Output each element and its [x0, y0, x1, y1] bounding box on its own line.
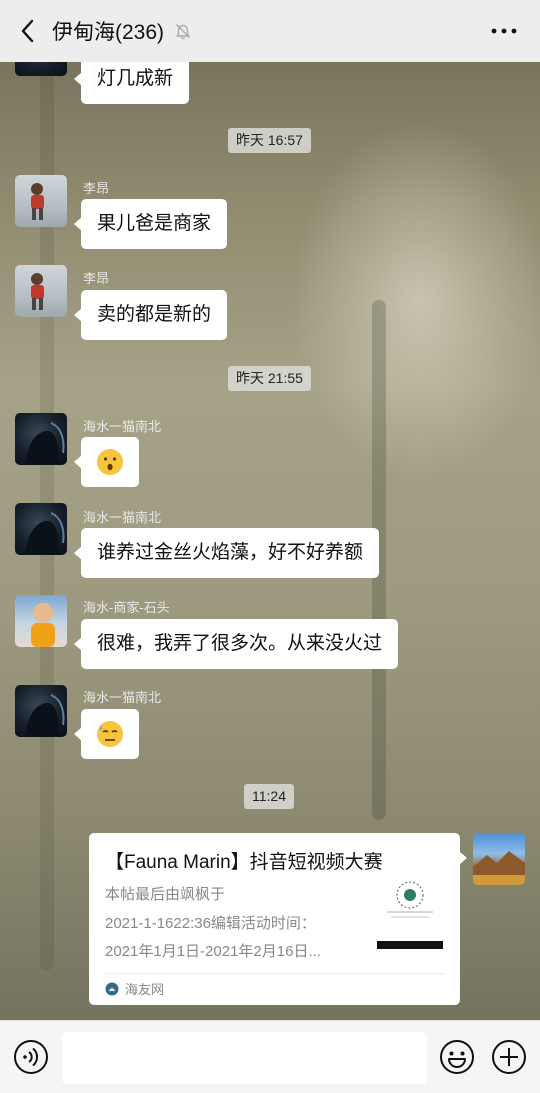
avatar[interactable] — [15, 175, 67, 227]
more-dots-icon[interactable] — [490, 22, 518, 40]
silhouette-photo — [25, 422, 65, 465]
link-card-desc-line: 2021年1月1日-2021年2月16日... — [105, 943, 321, 960]
emoji-message-bubble[interactable]: 😓 — [74, 709, 139, 759]
back-button[interactable] — [14, 17, 42, 45]
avatar[interactable] — [15, 685, 67, 737]
chevron-left-icon — [21, 19, 34, 43]
link-card-separator — [105, 973, 444, 974]
chat-title[interactable]: 伊甸海(236) — [52, 16, 164, 46]
avatar[interactable] — [15, 62, 67, 76]
avatar[interactable] — [15, 413, 67, 465]
emoji-icon[interactable] — [439, 1039, 475, 1075]
avatar[interactable] — [15, 595, 67, 647]
my-avatar[interactable] — [473, 833, 525, 885]
link-card-desc-line: 2021-1-1622:36编辑活动时间： — [105, 914, 316, 932]
avatar[interactable] — [15, 265, 67, 317]
sender-name: 海水一猫南北 — [83, 419, 162, 434]
link-card-source-name: 海友网 — [125, 982, 165, 997]
link-card-source: 海友网 — [105, 979, 164, 998]
message-bubble[interactable]: 很难，我弄了很多次。从来没火过 — [73, 619, 399, 669]
sender-name: 李昂 — [83, 271, 110, 286]
qr-logo-thumbnail — [377, 881, 443, 949]
timestamp: 昨天 16:57 — [228, 128, 311, 153]
timestamp: 11:24 — [244, 784, 294, 809]
silhouette-photo — [25, 512, 65, 555]
voice-icon[interactable] — [13, 1039, 49, 1075]
baby-photo — [31, 603, 55, 647]
silhouette-photo — [25, 694, 65, 737]
bell-muted-icon — [176, 24, 190, 40]
sender-name: 李昂 — [83, 181, 110, 196]
sender-name: 海水一猫南北 — [83, 510, 162, 525]
message-bubble[interactable]: 谁养过金丝火焰藻，好不好养额 — [73, 528, 380, 578]
shared-link-card[interactable]: 【Fauna Marin】抖音短视频大赛 本帖最后由飒枫于 2021-1-162… — [89, 833, 467, 1005]
message-bubble[interactable]: 卖的都是新的 — [73, 290, 228, 340]
message-bubble[interactable]: 果儿爸是商家 — [73, 199, 228, 249]
child-photo — [31, 183, 44, 220]
timestamp: 昨天 21:55 — [228, 366, 311, 391]
message-list[interactable]: 灯几成新 昨天 16:57 李昂 果儿爸是商家 李昂 卖的都是新的 昨天 21:… — [0, 62, 540, 1020]
link-card-thumbnail — [377, 881, 443, 949]
link-card-description: 本帖最后由飒枫于 2021-1-1622:36编辑活动时间： 2021年1月1日… — [105, 881, 361, 967]
avatar[interactable] — [15, 503, 67, 555]
plus-icon[interactable] — [491, 1039, 527, 1075]
child-photo — [31, 273, 44, 310]
chat-header: 伊甸海(236) — [0, 0, 540, 62]
landscape-photo — [473, 851, 525, 885]
link-card-desc-line: 本帖最后由飒枫于 — [105, 886, 226, 903]
input-bar — [0, 1020, 540, 1093]
message-input[interactable] — [62, 1032, 427, 1084]
sender-name: 海水一猫南北 — [83, 690, 162, 705]
message-bubble[interactable]: 灯几成新 — [73, 62, 190, 104]
site-logo-icon — [105, 982, 119, 995]
link-card-title: 【Fauna Marin】抖音短视频大赛 — [105, 852, 383, 873]
sender-name: 海水-商家-石头 — [83, 600, 170, 615]
emoji-message-bubble[interactable]: 😯 — [74, 437, 139, 487]
